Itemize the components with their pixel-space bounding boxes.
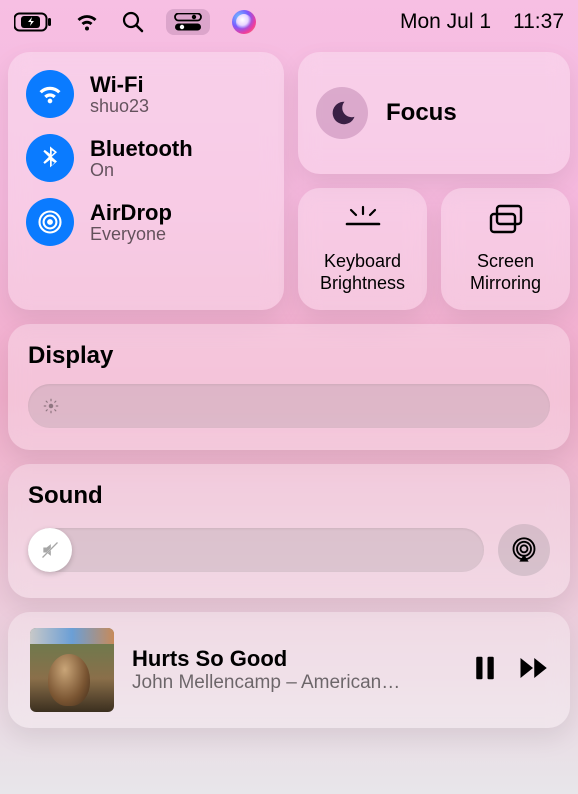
keyboard-brightness-icon (343, 204, 383, 241)
brightness-low-icon (42, 397, 60, 415)
wifi-icon (26, 70, 74, 118)
keyboard-brightness-label: Keyboard Brightness (320, 251, 405, 294)
sound-volume-slider[interactable] (28, 528, 484, 572)
wifi-toggle[interactable]: Wi-Fi shuo23 (26, 70, 266, 118)
next-button[interactable] (518, 653, 548, 688)
menubar-date[interactable]: Mon Jul 1 (400, 10, 491, 34)
sound-card: Sound (8, 464, 570, 598)
airplay-audio-button[interactable] (498, 524, 550, 576)
display-brightness-slider[interactable] (28, 384, 550, 428)
connectivity-card: Wi-Fi shuo23 Bluetooth On AirDrop (8, 52, 284, 310)
airdrop-toggle[interactable]: AirDrop Everyone (26, 198, 266, 246)
spotlight-icon[interactable] (122, 11, 144, 33)
menubar-time[interactable]: 11:37 (513, 10, 564, 34)
display-header: Display (28, 342, 550, 370)
battery-icon[interactable] (14, 12, 52, 32)
volume-knob[interactable] (28, 528, 72, 572)
airdrop-icon (26, 198, 74, 246)
screen-mirroring-button[interactable]: Screen Mirroring (441, 188, 570, 310)
focus-toggle[interactable]: Focus (298, 52, 570, 174)
bluetooth-toggle[interactable]: Bluetooth On (26, 134, 266, 182)
airdrop-title: AirDrop (90, 200, 172, 226)
album-art (30, 628, 114, 712)
wifi-subtitle: shuo23 (90, 96, 149, 117)
media-title: Hurts So Good (132, 646, 452, 672)
siri-icon[interactable] (232, 10, 256, 34)
wifi-title: Wi-Fi (90, 72, 149, 98)
display-card: Display (8, 324, 570, 450)
control-center-panel: Wi-Fi shuo23 Bluetooth On AirDrop (0, 44, 578, 736)
screen-mirroring-icon (486, 204, 526, 241)
airplay-icon (510, 536, 538, 564)
wifi-icon[interactable] (74, 12, 100, 32)
menubar: Mon Jul 1 11:37 (0, 0, 578, 44)
bluetooth-subtitle: On (90, 160, 193, 181)
sound-header: Sound (28, 482, 550, 510)
control-center-icon[interactable] (166, 9, 210, 35)
moon-icon (316, 87, 368, 139)
media-card[interactable]: Hurts So Good John Mellencamp – American… (8, 612, 570, 728)
airdrop-subtitle: Everyone (90, 224, 172, 245)
bluetooth-icon (26, 134, 74, 182)
media-subtitle: John Mellencamp – American… (132, 672, 452, 694)
speaker-muted-icon (40, 540, 60, 560)
screen-mirroring-label: Screen Mirroring (470, 251, 541, 294)
focus-label: Focus (386, 99, 457, 127)
bluetooth-title: Bluetooth (90, 136, 193, 162)
keyboard-brightness-button[interactable]: Keyboard Brightness (298, 188, 427, 310)
pause-button[interactable] (470, 653, 500, 688)
